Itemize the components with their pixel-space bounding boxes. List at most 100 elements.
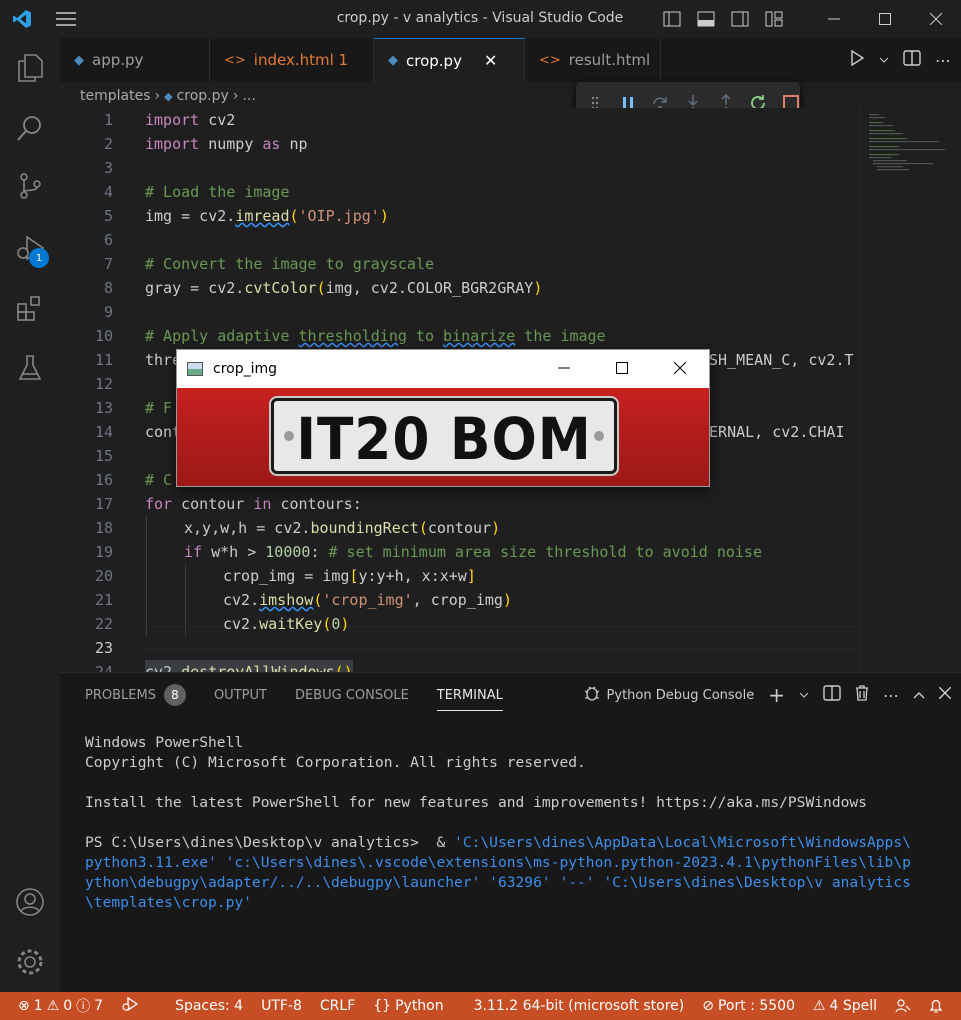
minimize-icon[interactable] <box>535 350 593 386</box>
debug-bug-icon <box>583 684 601 706</box>
maximize-icon[interactable] <box>593 350 651 386</box>
layout-controls <box>660 8 786 30</box>
breadcrumb-folder[interactable]: templates <box>80 88 151 104</box>
crop-img-window: crop_img IT20 BOM <box>176 349 710 487</box>
split-terminal-icon[interactable] <box>823 685 841 705</box>
accounts-icon[interactable] <box>0 878 60 926</box>
toggle-primary-sidebar-icon[interactable] <box>660 8 684 30</box>
info-icon: ⓘ <box>76 999 91 1015</box>
language-mode[interactable]: {} Python <box>364 992 452 1020</box>
panel-tabs: PROBLEMS 8 OUTPUT DEBUG CONSOLE TERMINAL <box>85 673 531 717</box>
tab-terminal[interactable]: TERMINAL <box>436 673 504 717</box>
close-window-icon[interactable] <box>910 0 961 38</box>
more-actions-icon[interactable]: ⋯ <box>935 51 951 70</box>
crop-img-title: crop_img <box>213 361 278 377</box>
tab-app-py[interactable]: ◆ app.py <box>60 38 210 82</box>
crop-img-controls <box>535 350 709 386</box>
line-number: 10 <box>94 327 113 345</box>
line-number: 8 <box>103 279 113 297</box>
spell-check[interactable]: ⚠ 4 Spell <box>804 992 886 1020</box>
menu-hamburger-icon[interactable] <box>44 0 88 38</box>
maximize-panel-chevron-up-icon[interactable] <box>913 688 925 703</box>
code-line: gray = cv2.cvtColor(img, cv2.COLOR_BGR2G… <box>145 279 543 297</box>
indent-spaces[interactable]: Spaces: 4 <box>166 992 252 1020</box>
notifications-bell-icon[interactable] <box>920 992 952 1020</box>
live-server-port[interactable]: ⊘ Port : 5500 <box>693 992 804 1020</box>
new-terminal-icon[interactable]: + <box>768 683 785 707</box>
line-number: 21 <box>94 591 113 609</box>
warning-icon: ⚠ <box>46 998 60 1014</box>
customize-layout-icon[interactable] <box>762 8 786 30</box>
chevron-down-icon[interactable] <box>879 52 889 68</box>
tab-crop-py[interactable]: ◆ crop.py ✕ <box>374 38 525 82</box>
split-editor-icon[interactable] <box>903 50 921 70</box>
run-python-file-icon[interactable] <box>849 49 865 70</box>
tab-label: app.py <box>92 51 144 69</box>
feedback-icon[interactable] <box>886 992 920 1020</box>
toggle-panel-icon[interactable] <box>694 8 718 30</box>
terminal-line: Install the latest PowerShell for new fe… <box>85 794 867 811</box>
activity-bar: 1 <box>0 38 60 992</box>
source-control-icon[interactable] <box>0 162 60 210</box>
terminal-output[interactable]: Windows PowerShell Copyright (C) Microsof… <box>85 733 911 913</box>
line-number: 20 <box>94 567 113 585</box>
warning-icon: ⚠ <box>812 998 826 1014</box>
code-line: # F <box>145 399 173 417</box>
testing-icon[interactable] <box>0 344 60 392</box>
minimap[interactable] <box>860 108 960 672</box>
maximize-icon[interactable] <box>859 0 910 38</box>
run-debug-icon[interactable] <box>0 224 60 272</box>
code-line: for contour in contours: <box>145 495 362 513</box>
code-line-fragment: TERNAL, cv2.CHAI <box>700 423 845 441</box>
vscode-logo-icon <box>0 0 44 38</box>
window-title: crop.py - v analytics - Visual Studio Co… <box>336 10 624 26</box>
problems-status[interactable]: ⊗ 1 ⚠ 0 ⓘ 7 <box>0 992 112 1020</box>
tab-output[interactable]: OUTPUT <box>214 673 267 717</box>
encoding[interactable]: UTF-8 <box>252 992 311 1020</box>
code-line: import numpy as np <box>145 135 308 153</box>
debug-status[interactable] <box>112 992 148 1020</box>
manage-gear-icon[interactable] <box>0 938 60 986</box>
line-number: 22 <box>94 615 113 633</box>
code-line: crop_img = img[y:y+h, x:x+w] <box>223 567 476 585</box>
tab-index-html[interactable]: <> index.html 1 <box>210 38 374 82</box>
python-icon: ◆ <box>388 53 398 68</box>
line-number: 17 <box>94 495 113 513</box>
close-tab-icon[interactable]: ✕ <box>484 51 497 70</box>
tab-problems[interactable]: PROBLEMS 8 <box>85 673 186 717</box>
cropped-plate-image: IT20 BOM <box>177 388 709 486</box>
line-number: 18 <box>94 519 113 537</box>
toggle-secondary-sidebar-icon[interactable] <box>728 8 752 30</box>
tab-debug-console[interactable]: DEBUG CONSOLE <box>295 673 409 717</box>
chevron-right-icon: › <box>232 88 239 104</box>
extensions-icon[interactable] <box>0 284 60 332</box>
search-icon[interactable] <box>0 104 60 152</box>
line-number: 13 <box>94 399 113 417</box>
line-number: 24 <box>94 663 113 672</box>
python-icon: ◆ <box>164 89 173 103</box>
breadcrumb-file[interactable]: crop.py <box>177 88 229 104</box>
close-panel-icon[interactable] <box>938 686 952 703</box>
plate-text: IT20 BOM <box>296 405 592 473</box>
minimize-icon[interactable] <box>808 0 859 38</box>
broadcast-off-icon: ⊘ <box>702 998 714 1014</box>
license-plate: IT20 BOM <box>271 398 617 474</box>
vscode-window: crop.py - v analytics - Visual Studio Co… <box>0 0 961 1020</box>
more-actions-icon[interactable]: ⋯ <box>883 686 899 705</box>
terminal-name[interactable]: Python Debug Console <box>607 688 755 703</box>
explorer-icon[interactable] <box>0 44 60 92</box>
status-bar: ⊗ 1 ⚠ 0 ⓘ 7 Spaces: 4 UTF-8 CRLF {} Python 3… <box>0 992 961 1020</box>
python-icon: ◆ <box>74 52 84 68</box>
end-of-line[interactable]: CRLF <box>311 992 364 1020</box>
code-line-fragment: ESH_MEAN_C, cv2.T <box>700 351 854 369</box>
close-window-icon[interactable] <box>651 350 709 386</box>
kill-terminal-trash-icon[interactable] <box>855 685 869 705</box>
terminal-line: Copyright (C) Microsoft Corporation. All… <box>85 754 586 771</box>
chevron-down-icon[interactable] <box>799 688 809 703</box>
line-number: 11 <box>94 351 113 369</box>
breadcrumb-more[interactable]: ... <box>242 88 255 104</box>
code-line: x,y,w,h = cv2.boundingRect(contour) <box>184 519 501 537</box>
tab-result-html[interactable]: <> result.html <box>525 38 661 82</box>
line-number: 16 <box>94 471 113 489</box>
python-interpreter[interactable]: 3.11.2 64-bit (microsoft store) <box>465 992 694 1020</box>
